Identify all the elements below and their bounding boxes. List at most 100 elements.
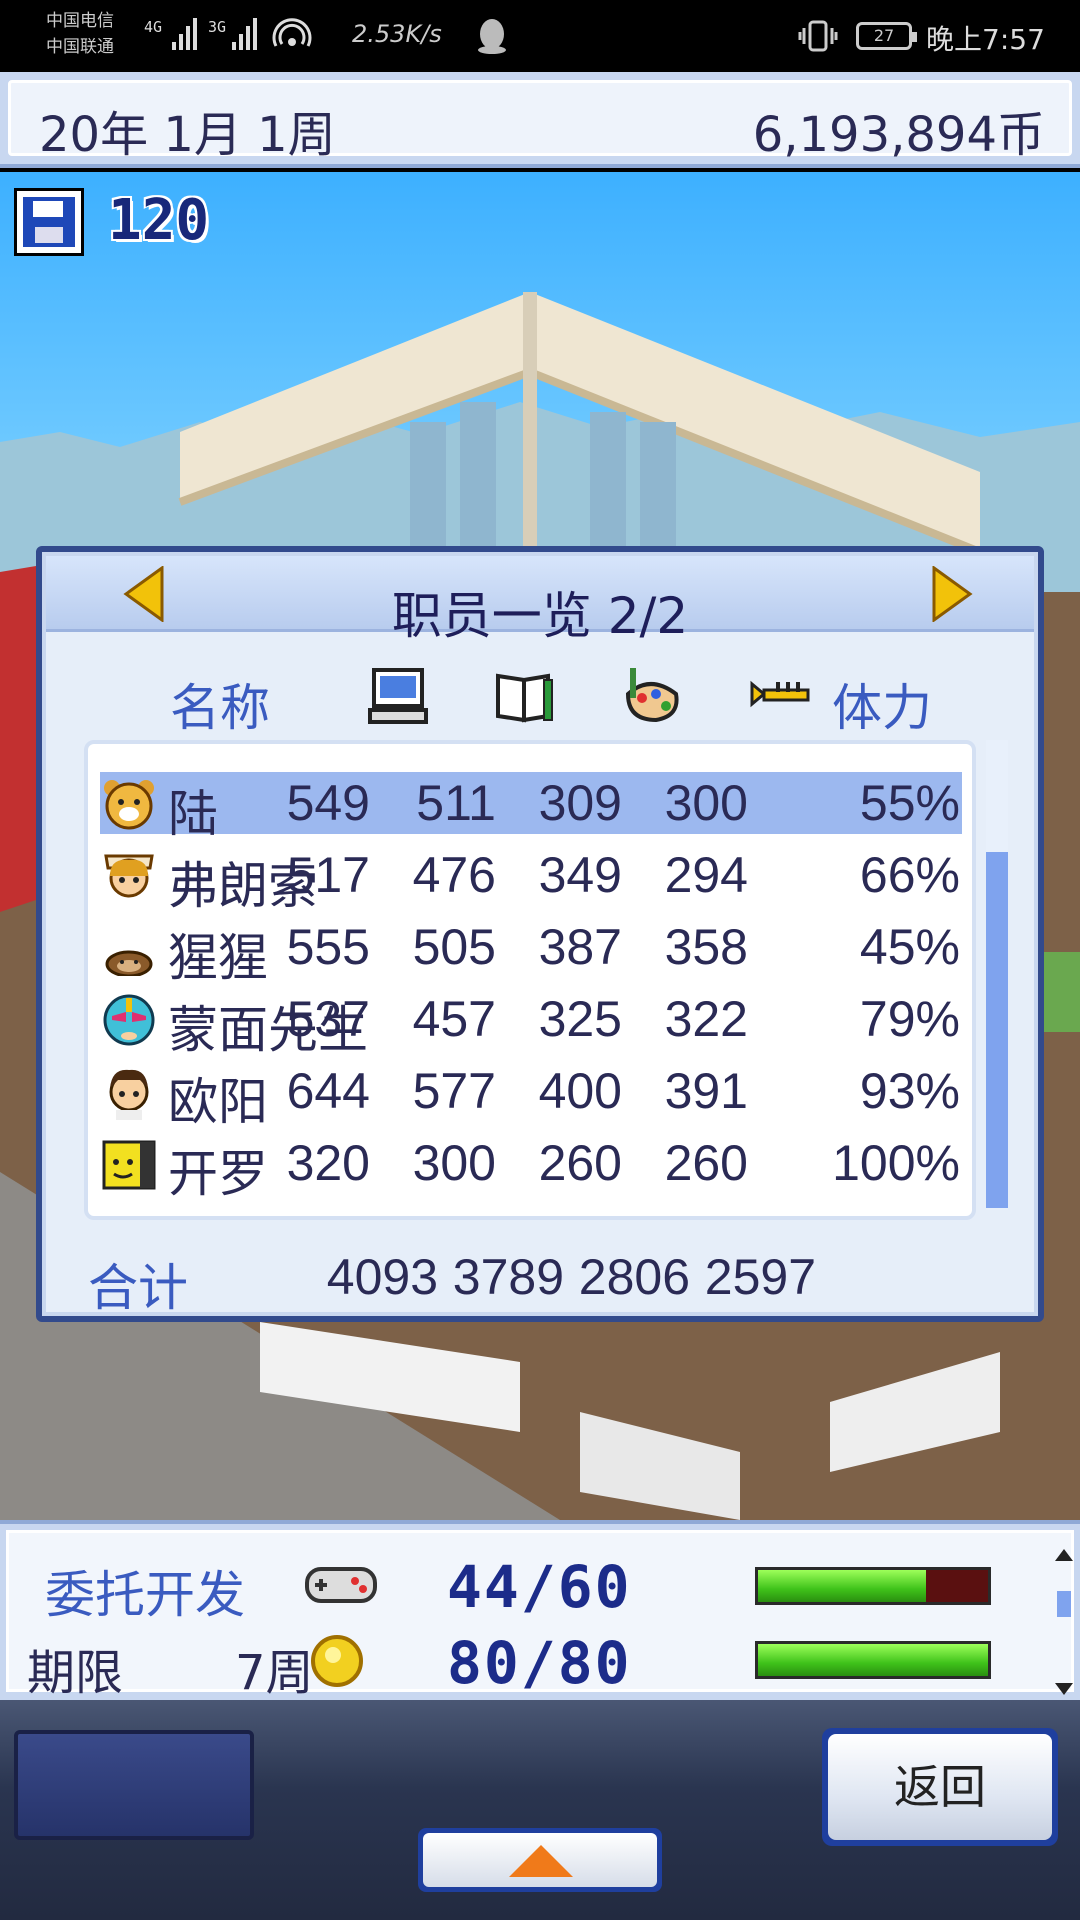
staff-list[interactable]: 陆 549 511 309 300 55% 弗朗索 517 476 349 29… [84,740,976,1220]
trumpet-icon [750,680,810,708]
status-bar: 中国电信 中国联通 4G 3G 2.53K/s 27 晚上7:57 [0,0,1080,72]
stat-graphics: 309 [538,775,622,831]
qq-penguin-icon [478,19,506,54]
signal-3g-label: 3G [208,18,227,36]
net-speed: 2.53K/s [352,20,442,48]
stat-graphics: 349 [538,847,622,903]
gamepad-icon [305,1567,377,1603]
carrier-1: 中国电信 [46,11,114,31]
floppy-disk-icon [23,197,75,247]
stat-sound: 260 [664,1135,748,1191]
stat-scenario: 476 [412,847,496,903]
stat-sound: 294 [664,847,748,903]
stat-stamina: 45% [859,919,960,975]
staff-name: 猩猩 [168,929,268,987]
quality-progress: 80/80 [447,1629,632,1697]
list-scrollbar-thumb[interactable] [986,852,1008,1208]
game-date: 20年 1月 1周 [39,107,336,163]
total-scenario: 3789 [452,1249,564,1305]
menu-toggle-button[interactable] [418,1828,662,1892]
computer-icon [368,668,428,724]
stat-sound: 358 [664,919,748,975]
stat-stamina: 79% [859,991,960,1047]
stat-programming: 320 [286,1135,370,1191]
signal-4g-label: 4G [144,18,163,36]
deadline-label: 期限 [27,1645,124,1701]
stat-graphics: 260 [538,1135,622,1191]
book-pencil-icon [496,673,553,723]
stat-scenario: 457 [412,991,496,1047]
bar-fill [758,1570,926,1602]
stat-programming: 644 [286,1063,370,1119]
staff-name: 陆 [168,785,218,843]
battery-indicator: 27 [856,22,917,50]
clock: 晚上7:57 [926,23,1045,56]
column-header-stamina: 体力 [832,679,932,737]
info-scrollbar-icon[interactable] [1053,1547,1075,1697]
vibrate-icon [798,20,838,52]
staff-row[interactable]: 弗朗索 517 476 349 294 66% [100,844,962,915]
stat-programming: 517 [286,847,370,903]
staff-row[interactable]: 猩猩 555 505 387 358 45% [100,916,962,987]
bottom-controls: 返回 [0,1700,1080,1920]
column-header-name: 名称 [170,679,270,737]
development-progress: 44/60 [447,1553,632,1621]
save-slot-badge [14,188,84,256]
contract-label: 委托开发 [45,1566,245,1624]
paint-palette-icon [625,668,679,723]
girl-avatar-icon [104,854,154,898]
panel-title: 职员一览 2/2 [391,587,689,645]
stat-sound: 391 [664,1063,748,1119]
total-sound: 2597 [704,1249,816,1305]
yellow-block-avatar-icon [102,1140,156,1190]
stat-stamina: 55% [859,775,960,831]
stat-programming: 537 [286,991,370,1047]
total-programming: 4093 [326,1249,438,1305]
signal-bars-icon [172,18,197,50]
stat-sound: 300 [664,775,748,831]
staff-row[interactable]: 蒙面先生 537 457 325 322 79% [100,988,962,1059]
back-button[interactable]: 返回 [822,1728,1058,1846]
back-button-label: 返回 [828,1734,1052,1840]
staff-name: 欧阳 [168,1073,268,1131]
save-count: 120 [108,188,210,253]
staff-name: 开罗 [168,1145,268,1203]
stat-stamina: 93% [859,1063,960,1119]
next-page-arrow-icon[interactable] [930,566,974,622]
left-menu-slot[interactable] [14,1730,254,1840]
carrier-labels: 中国电信 中国联通 [46,8,114,60]
stat-stamina: 66% [859,847,960,903]
bear-avatar-icon [104,780,154,830]
staff-row[interactable]: 开罗 320 300 260 260 100% [100,1132,962,1203]
stat-scenario: 577 [412,1063,496,1119]
masked-avatar-icon [103,994,155,1046]
carrier-2: 中国联通 [46,37,114,57]
stat-programming: 555 [286,919,370,975]
stat-scenario: 511 [416,775,496,831]
stat-scenario: 300 [412,1135,496,1191]
gorilla-avatar-icon [105,950,153,976]
stat-stamina: 100% [832,1135,960,1191]
boy-avatar-icon [109,1069,149,1120]
up-arrow-icon [509,1845,573,1877]
total-label: 合计 [88,1259,188,1317]
money-display: 6,193,894币 [752,107,1045,163]
top-info-bar: 20年 1月 1周 6,193,894币 [0,72,1080,168]
stat-graphics: 400 [538,1063,622,1119]
stat-graphics: 325 [538,991,622,1047]
staff-list-panel: 职员一览 2/2 名称 体力 陆 549 511 309 300 55% 弗朗索… [36,546,1044,1322]
staff-row[interactable]: 陆 549 511 309 300 55% [100,772,962,843]
stat-sound: 322 [664,991,748,1047]
stat-graphics: 387 [538,919,622,975]
stat-scenario: 505 [412,919,496,975]
deadline-value: 7周 [235,1645,314,1701]
contract-info-panel: 委托开发 期限 7周 44/60 80/80 [0,1520,1080,1701]
development-progress-bar [755,1567,991,1605]
bar-fill [758,1644,988,1676]
staff-row[interactable]: 欧阳 644 577 400 391 93% [100,1060,962,1131]
hotspot-icon [272,18,312,47]
panel-header: 职员一览 2/2 [46,556,1034,645]
total-graphics: 2806 [578,1249,690,1305]
signal-bars-2-icon [232,18,257,50]
gold-coin-icon [311,1635,363,1687]
